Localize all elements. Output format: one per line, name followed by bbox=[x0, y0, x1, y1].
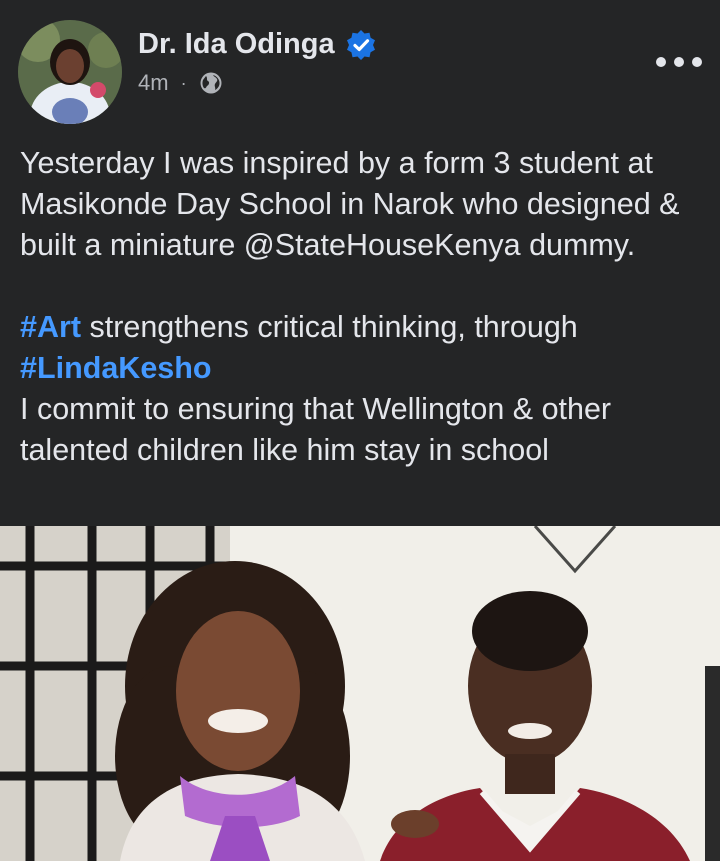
post-photo[interactable] bbox=[0, 526, 720, 861]
meta-separator: · bbox=[180, 72, 187, 93]
paragraph-2-text: strengthens critical thinking, through bbox=[81, 310, 578, 344]
post-paragraph-1: Yesterday I was inspired by a form 3 stu… bbox=[20, 146, 680, 262]
post-text: Yesterday I was inspired by a form 3 stu… bbox=[20, 143, 710, 471]
author-avatar[interactable] bbox=[18, 20, 122, 124]
author-name[interactable]: Dr. Ida Odinga bbox=[138, 28, 335, 61]
hashtag-art-link[interactable]: #Art bbox=[20, 310, 81, 344]
post-paragraph-2: #Art strengthens critical thinking, thro… bbox=[20, 307, 710, 389]
post-timestamp[interactable]: 4m bbox=[138, 70, 169, 96]
globe-icon[interactable] bbox=[199, 71, 223, 95]
more-options-icon bbox=[656, 57, 666, 67]
verified-badge-icon bbox=[346, 29, 375, 60]
more-options-button[interactable] bbox=[656, 50, 702, 74]
post-paragraph-3: I commit to ensuring that Wellington & o… bbox=[20, 392, 612, 467]
author-name-row: Dr. Ida Odinga bbox=[138, 28, 377, 61]
post-meta: 4m · bbox=[138, 70, 223, 96]
hashtag-lindakesho-link[interactable]: #LindaKesho bbox=[20, 351, 212, 385]
post-header: Dr. Ida Odinga 4m · bbox=[0, 0, 720, 130]
